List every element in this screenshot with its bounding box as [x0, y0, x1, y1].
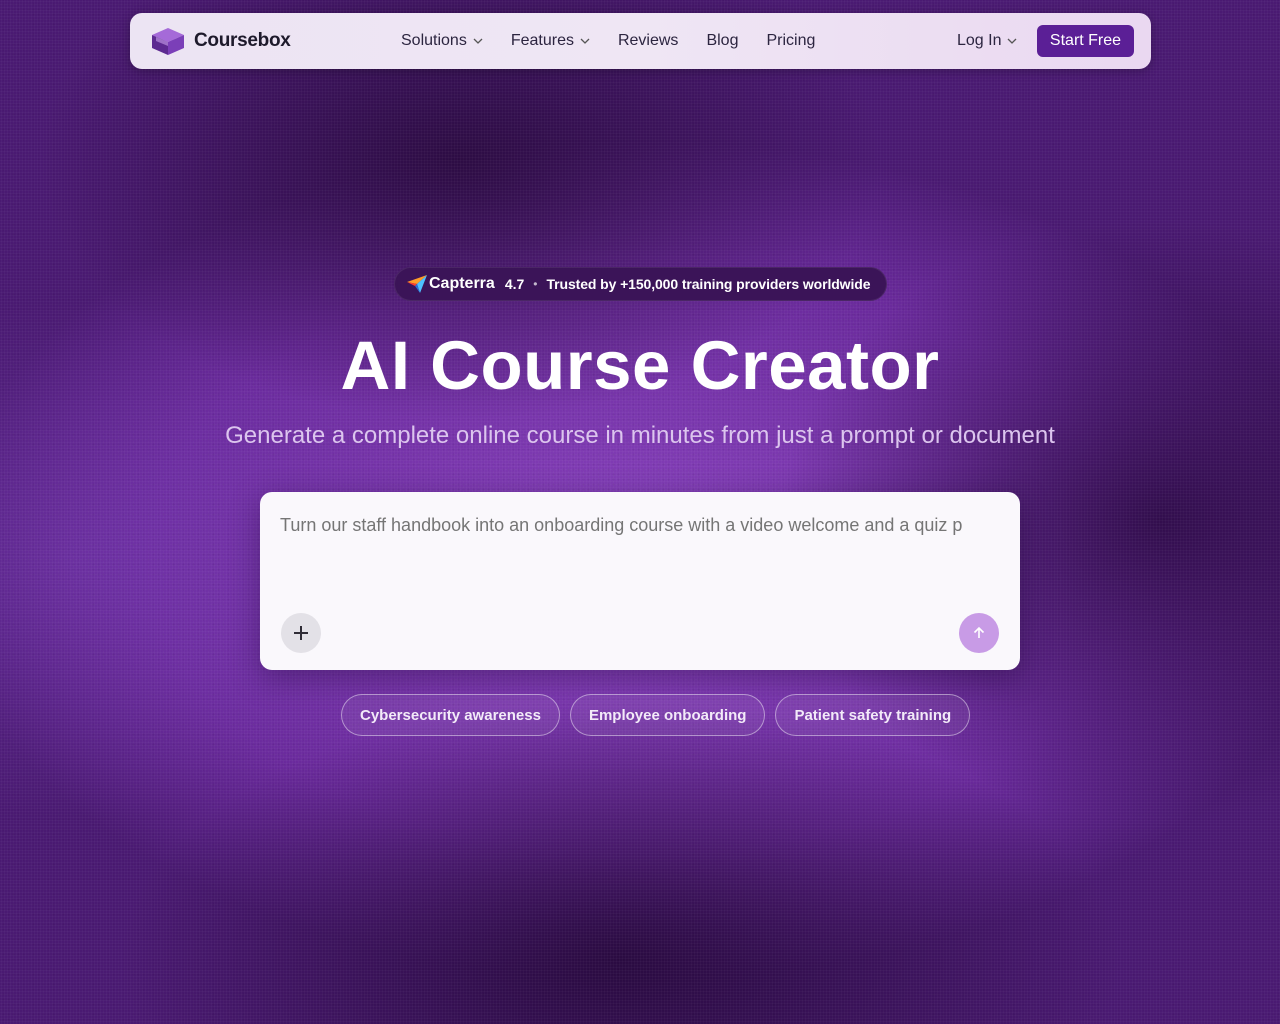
chip-patient-safety[interactable]: Patient safety training: [775, 694, 971, 736]
capterra-arrow-icon: [407, 275, 427, 293]
chevron-down-icon: [1008, 38, 1017, 44]
chip-onboarding[interactable]: Employee onboarding: [569, 694, 766, 736]
top-navbar: Coursebox Solutions Features Reviews Blo…: [130, 13, 1151, 69]
plus-icon: [294, 626, 308, 640]
capterra-brand: Capterra: [407, 275, 495, 293]
login-menu[interactable]: Log In: [957, 13, 1017, 69]
send-button[interactable]: [959, 613, 999, 653]
page-subtitle: Generate a complete online course in min…: [225, 422, 1055, 449]
attach-button[interactable]: [281, 613, 321, 653]
separator-dot: •: [533, 277, 538, 291]
nav-links: Solutions Features Reviews Blog Pricing: [401, 13, 843, 69]
graduation-cap-logo-icon: [152, 28, 184, 55]
capterra-label: Capterra: [429, 275, 495, 292]
nav-reviews[interactable]: Reviews: [618, 32, 678, 50]
nav-blog-label: Blog: [706, 32, 739, 49]
prompt-input[interactable]: [280, 512, 1000, 592]
nav-solutions-label: Solutions: [401, 32, 467, 49]
chevron-down-icon: [580, 38, 590, 44]
nav-features-label: Features: [510, 32, 574, 49]
chevron-down-icon: [473, 38, 483, 44]
logo-text: Coursebox: [194, 30, 291, 51]
nav-reviews-label: Reviews: [617, 32, 679, 49]
logo[interactable]: Coursebox: [150, 26, 291, 56]
rating-value: 4.7: [504, 276, 525, 292]
chip-cybersecurity[interactable]: Cybersecurity awareness: [341, 694, 560, 736]
suggestion-chips: Cybersecurity awareness Employee onboard…: [341, 694, 971, 736]
arrow-up-icon: [973, 626, 985, 638]
login-label: Log In: [957, 32, 1002, 49]
trusted-text: Trusted by +150,000 training providers w…: [546, 276, 871, 292]
start-free-button[interactable]: Start Free: [1037, 25, 1134, 57]
prompt-box: [260, 492, 1020, 670]
nav-pricing-label: Pricing: [766, 32, 816, 49]
capterra-rating-badge[interactable]: Capterra 4.7 • Trusted by +150,000 train…: [394, 267, 887, 301]
nav-features[interactable]: Features: [511, 32, 590, 50]
nav-blog[interactable]: Blog: [706, 32, 738, 50]
page-title: AI Course Creator: [340, 327, 940, 404]
nav-solutions[interactable]: Solutions: [401, 32, 483, 50]
nav-pricing[interactable]: Pricing: [766, 32, 815, 50]
